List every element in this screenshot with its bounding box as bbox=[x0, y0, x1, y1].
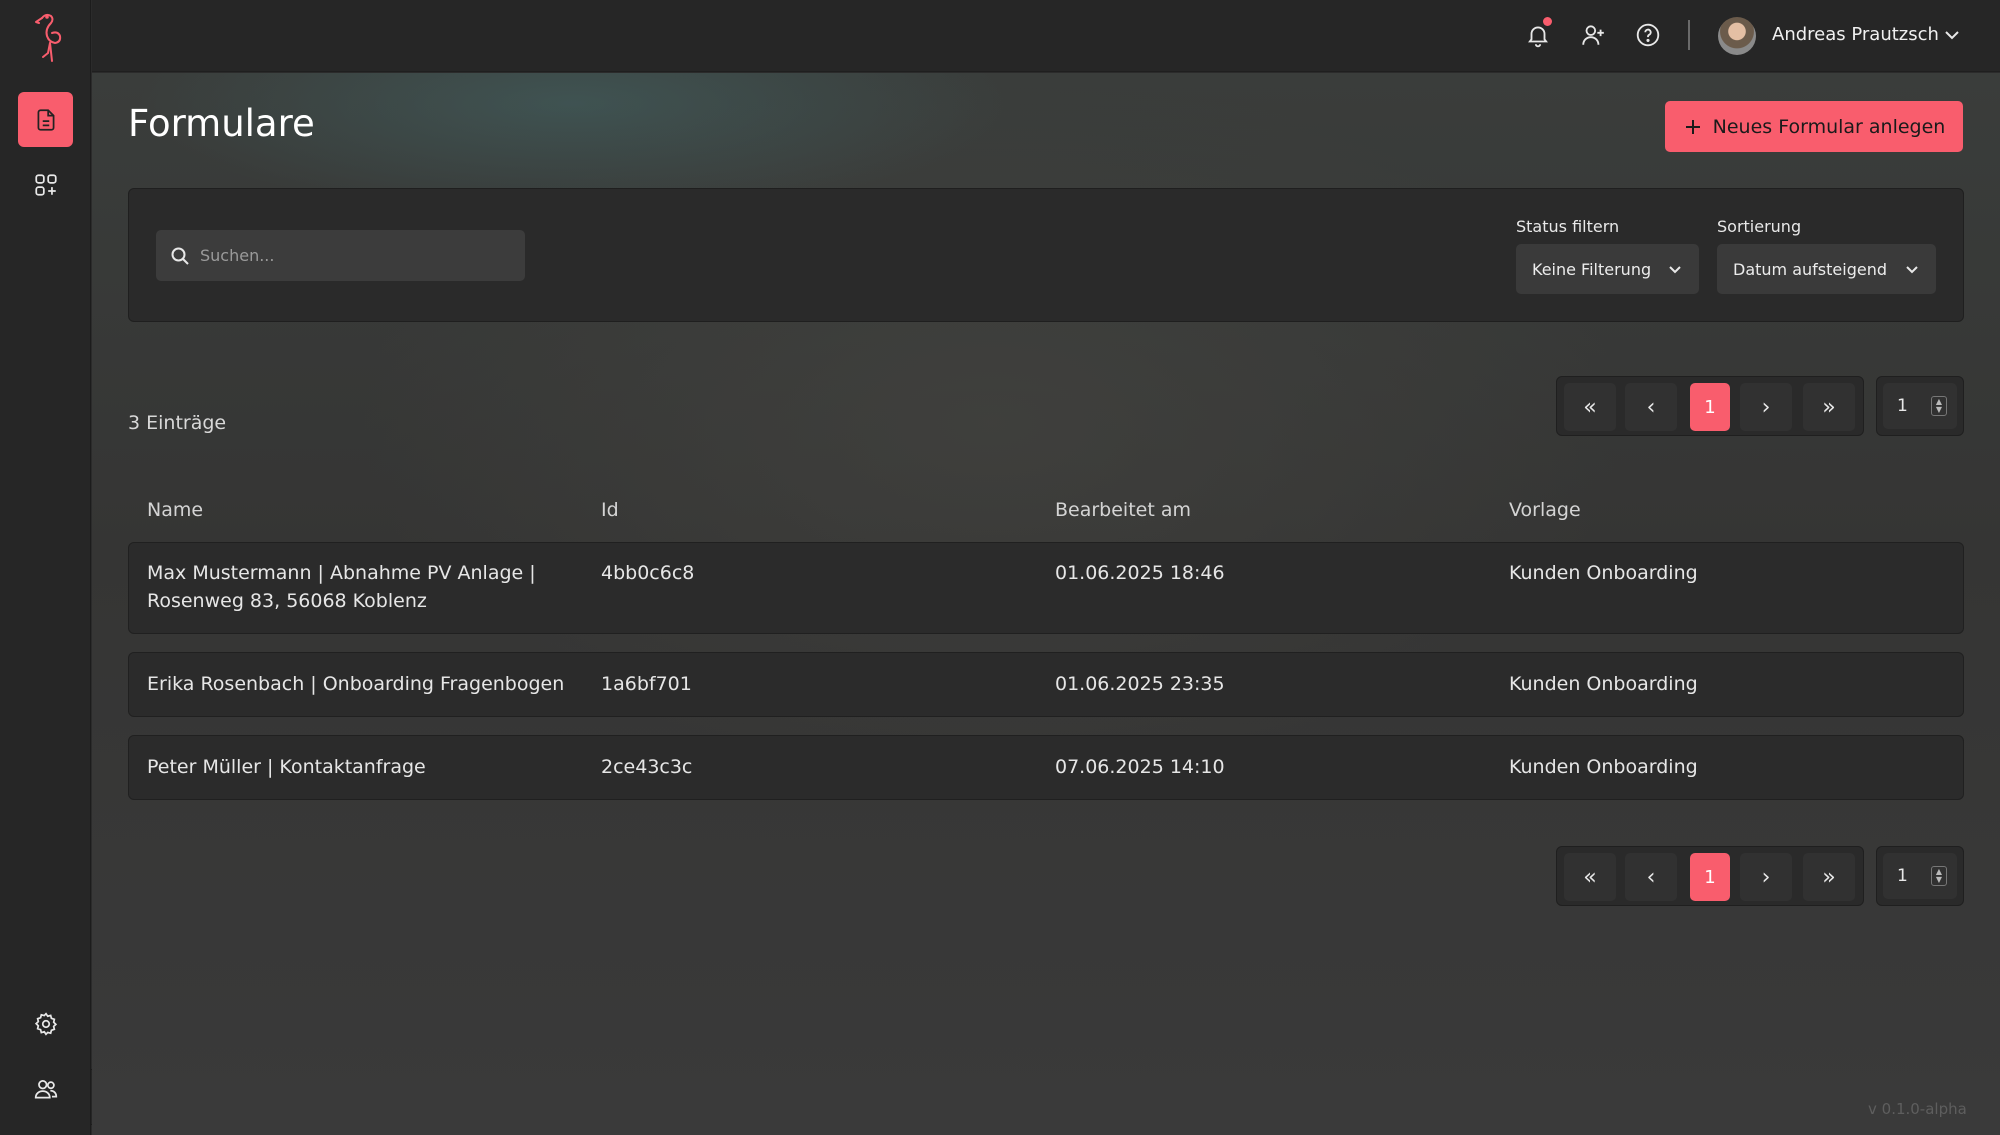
row-id: 2ce43c3c bbox=[601, 756, 693, 778]
next-page-button[interactable]: › bbox=[1740, 383, 1792, 431]
row-name: Erika Rosenbach | Onboarding Fragenbogen bbox=[147, 673, 565, 695]
user-plus-icon bbox=[1582, 25, 1604, 45]
sidebar-item-apps[interactable] bbox=[18, 157, 73, 212]
plus-icon bbox=[1685, 119, 1700, 134]
row-name-line: Max Mustermann | Abnahme PV Anlage | bbox=[147, 562, 536, 584]
page-size-bottom[interactable]: 1 ▲ ▼ bbox=[1876, 846, 1964, 906]
top-bar bbox=[92, 0, 2000, 72]
pagination-bottom: « ‹ 1 › » bbox=[1556, 846, 1864, 906]
column-header-name[interactable]: Name bbox=[147, 499, 203, 521]
first-page-button[interactable]: « bbox=[1564, 853, 1616, 901]
entry-count: 3 Einträge bbox=[128, 412, 227, 434]
row-edited: 07.06.2025 14:10 bbox=[1055, 756, 1225, 778]
row-edited: 01.06.2025 18:46 bbox=[1055, 562, 1225, 584]
row-name: Max Mustermann | Abnahme PV Anlage | Ros… bbox=[147, 559, 536, 615]
next-page-button[interactable]: › bbox=[1740, 853, 1792, 901]
row-name-line: Rosenweg 83, 56068 Koblenz bbox=[147, 590, 427, 612]
status-filter-select[interactable]: Keine Filterung bbox=[1516, 244, 1699, 294]
invite-user-button[interactable] bbox=[1578, 20, 1608, 50]
help-button[interactable] bbox=[1633, 20, 1663, 50]
page-title: Formulare bbox=[128, 102, 315, 145]
row-template: Kunden Onboarding bbox=[1509, 756, 1698, 778]
previous-page-button[interactable]: ‹ bbox=[1625, 383, 1677, 431]
page-button-current[interactable]: 1 bbox=[1690, 853, 1730, 901]
sort-label: Sortierung bbox=[1717, 217, 1802, 236]
chevron-down-icon bbox=[1669, 266, 1681, 274]
previous-page-button[interactable]: ‹ bbox=[1625, 853, 1677, 901]
help-icon bbox=[1636, 23, 1660, 47]
pagination-top: « ‹ 1 › » bbox=[1556, 376, 1864, 436]
page-button-current[interactable]: 1 bbox=[1690, 383, 1730, 431]
notifications-button[interactable] bbox=[1523, 17, 1553, 50]
row-template: Kunden Onboarding bbox=[1509, 673, 1698, 695]
table-row[interactable]: Peter Müller | Kontaktanfrage 2ce43c3c 0… bbox=[128, 735, 1964, 800]
row-template: Kunden Onboarding bbox=[1509, 562, 1698, 584]
status-filter-label: Status filtern bbox=[1516, 217, 1620, 236]
user-menu-chevron-icon[interactable] bbox=[1942, 25, 1962, 49]
status-filter-value: Keine Filterung bbox=[1532, 259, 1652, 279]
page-size-top[interactable]: 1 ▲ ▼ bbox=[1876, 376, 1964, 436]
page-size-value: 1 bbox=[1897, 866, 1908, 886]
flamingo-logo-icon[interactable] bbox=[28, 6, 64, 66]
sort-select[interactable]: Datum aufsteigend bbox=[1717, 244, 1936, 294]
row-id: 1a6bf701 bbox=[601, 673, 692, 695]
gear-icon bbox=[34, 1011, 57, 1036]
new-form-button[interactable]: Neues Formular anlegen bbox=[1665, 101, 1963, 152]
first-page-button[interactable]: « bbox=[1564, 383, 1616, 431]
chevron-down-icon bbox=[1906, 266, 1918, 274]
table-row[interactable]: Erika Rosenbach | Onboarding Fragenbogen… bbox=[128, 652, 1964, 717]
sidebar-item-users[interactable] bbox=[18, 1061, 73, 1116]
sidebar-item-settings[interactable] bbox=[18, 996, 73, 1051]
version-label: v 0.1.0-alpha bbox=[1868, 1100, 1967, 1118]
document-icon bbox=[37, 108, 54, 131]
row-id: 4bb0c6c8 bbox=[601, 562, 695, 584]
sidebar-item-forms[interactable] bbox=[18, 92, 73, 147]
row-edited: 01.06.2025 23:35 bbox=[1055, 673, 1225, 695]
sort-value: Datum aufsteigend bbox=[1733, 259, 1887, 279]
new-form-button-label: Neues Formular anlegen bbox=[1712, 115, 1946, 138]
column-header-template[interactable]: Vorlage bbox=[1509, 499, 1581, 521]
avatar[interactable] bbox=[1718, 17, 1756, 55]
spinner-icon[interactable]: ▲ ▼ bbox=[1931, 396, 1947, 416]
header-divider bbox=[1688, 20, 1690, 50]
row-name: Peter Müller | Kontaktanfrage bbox=[147, 756, 426, 778]
table-row[interactable]: Max Mustermann | Abnahme PV Anlage | Ros… bbox=[128, 542, 1964, 634]
page-size-value: 1 bbox=[1897, 396, 1908, 416]
user-name[interactable]: Andreas Prautzsch bbox=[1772, 24, 1939, 45]
apps-add-icon bbox=[34, 173, 57, 196]
column-header-edited[interactable]: Bearbeitet am bbox=[1055, 499, 1191, 521]
column-header-id[interactable]: Id bbox=[601, 499, 619, 521]
spinner-icon[interactable]: ▲ ▼ bbox=[1931, 866, 1947, 886]
search-input[interactable] bbox=[200, 246, 500, 265]
users-icon bbox=[34, 1079, 57, 1099]
sidebar bbox=[0, 0, 91, 1135]
last-page-button[interactable]: » bbox=[1803, 383, 1855, 431]
notification-dot bbox=[1543, 17, 1552, 26]
search-field[interactable] bbox=[156, 230, 525, 281]
last-page-button[interactable]: » bbox=[1803, 853, 1855, 901]
search-icon bbox=[171, 247, 189, 265]
